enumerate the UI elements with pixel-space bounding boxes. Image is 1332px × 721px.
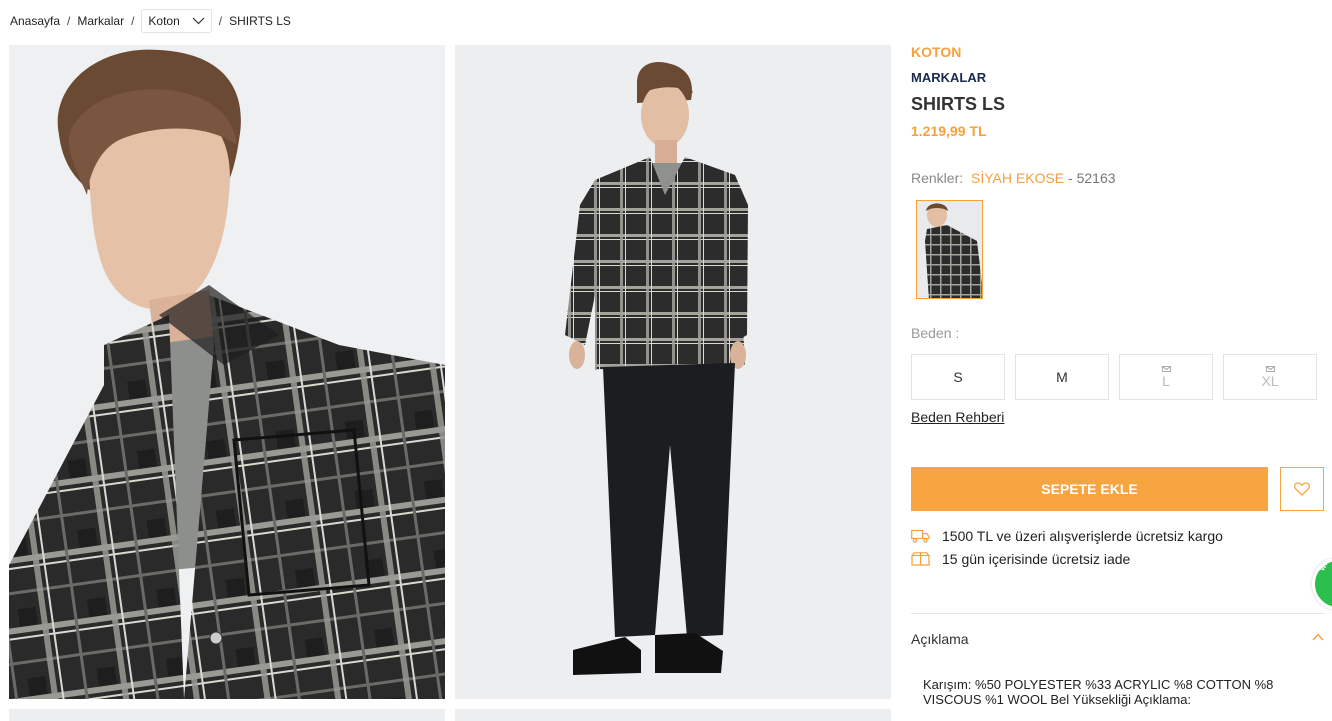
breadcrumb-separator: / xyxy=(67,14,71,28)
add-to-cart-button[interactable]: SEPETE EKLE xyxy=(911,467,1268,511)
color-name: SİYAH EKOSE xyxy=(971,170,1065,186)
product-image-3[interactable] xyxy=(9,709,445,721)
heart-icon xyxy=(1294,482,1310,496)
mail-icon xyxy=(1161,365,1171,372)
breadcrumb-brand-dropdown[interactable]: Koton xyxy=(141,9,212,33)
breadcrumb-current: SHIRTS LS xyxy=(229,14,291,28)
chevron-up-icon[interactable] xyxy=(1312,633,1324,641)
description-accordion-title[interactable]: Açıklama xyxy=(911,631,969,647)
free-shipping-text: 1500 TL ve üzeri alışverişlerde ücretsiz… xyxy=(942,528,1223,544)
truck-icon xyxy=(911,529,930,543)
breadcrumb-brand-label: Koton xyxy=(148,14,180,28)
breadcrumb-separator: / xyxy=(218,14,223,28)
size-guide-link[interactable]: Beden Rehberi xyxy=(911,409,1004,425)
breadcrumb: Anasayfa / Markalar / Koton / SHIRTS LS xyxy=(10,9,291,33)
breadcrumb-brands[interactable]: Markalar xyxy=(77,14,124,28)
product-photo-fullbody xyxy=(565,62,748,675)
size-option-l[interactable]: L xyxy=(1119,354,1213,400)
free-shipping-info: 1500 TL ve üzeri alışverişlerde ücretsiz… xyxy=(911,528,1223,544)
whatsapp-button[interactable]: WHATSAPP xyxy=(1312,535,1332,610)
whatsapp-label: WHATSAPP xyxy=(1319,534,1332,573)
color-label: Renkler: xyxy=(911,170,964,186)
size-label: Beden : xyxy=(911,325,960,341)
product-photo-closeup xyxy=(9,49,445,699)
product-category[interactable]: MARKALAR xyxy=(911,70,1325,86)
size-option-label: XL xyxy=(1261,372,1279,389)
color-code: - 52163 xyxy=(1068,170,1116,186)
product-title: SHIRTS LS xyxy=(911,94,1006,114)
color-swatch-thumbnail[interactable] xyxy=(916,200,983,299)
size-option-s[interactable]: S xyxy=(911,354,1005,400)
product-price: 1.219,99 TL xyxy=(911,123,987,139)
box-icon xyxy=(911,552,930,566)
size-option-label: S xyxy=(953,369,963,385)
free-return-info: 15 gün içerisinde ücretsiz iade xyxy=(911,551,1130,567)
swatch-photo xyxy=(925,203,982,298)
size-option-xl[interactable]: XL xyxy=(1223,354,1317,400)
product-brand[interactable]: KOTON xyxy=(911,44,1325,61)
description-text: Karışım: %50 POLYESTER %33 ACRYLIC %8 CO… xyxy=(923,677,1274,707)
breadcrumb-home[interactable]: Anasayfa xyxy=(10,14,60,28)
product-image-4[interactable] xyxy=(455,709,891,721)
size-option-label: L xyxy=(1162,372,1170,389)
size-options: S M L XL xyxy=(911,354,1317,400)
breadcrumb-separator: / xyxy=(131,14,135,28)
size-option-m[interactable]: M xyxy=(1015,354,1109,400)
color-selector: Renkler: SİYAH EKOSE - 52163 xyxy=(911,170,1116,186)
product-info: KOTON MARKALAR SHIRTS LS 1.219,99 TL xyxy=(911,44,1325,140)
favorite-button[interactable] xyxy=(1280,467,1324,511)
size-option-label: M xyxy=(1056,369,1068,385)
product-image-closeup[interactable] xyxy=(9,45,445,699)
chevron-down-icon xyxy=(192,17,205,25)
free-return-text: 15 gün içerisinde ücretsiz iade xyxy=(942,551,1131,567)
mail-icon xyxy=(1265,365,1275,372)
divider xyxy=(911,613,1325,614)
product-image-fullbody[interactable] xyxy=(455,45,891,699)
